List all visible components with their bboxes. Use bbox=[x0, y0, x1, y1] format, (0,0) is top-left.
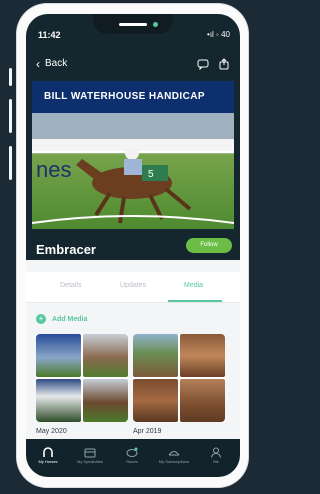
status-icons: •ıl ◦ 40 bbox=[207, 30, 230, 39]
album-thumbnail bbox=[180, 379, 225, 422]
chat-icon[interactable] bbox=[197, 57, 209, 71]
chevron-left-icon: ‹ bbox=[36, 56, 40, 71]
race-photo: BILL WATERHOUSE HANDICAP nes 5 bbox=[32, 81, 234, 229]
nav-my-subscriptions[interactable]: My Subscriptions bbox=[156, 445, 192, 464]
nav-me[interactable]: Me bbox=[198, 445, 234, 464]
album-date: May 2020 bbox=[36, 428, 67, 435]
syndicate-icon bbox=[84, 445, 96, 458]
nav-label: Me bbox=[213, 459, 219, 464]
nav-races[interactable]: Races bbox=[114, 445, 150, 464]
volume-up-button bbox=[9, 68, 12, 86]
tab-details[interactable]: Details bbox=[60, 282, 81, 289]
notch bbox=[93, 14, 173, 34]
plus-icon: + bbox=[36, 314, 46, 324]
svg-text:nes: nes bbox=[36, 157, 71, 182]
nav-label: My Syndicates bbox=[76, 459, 103, 464]
album-thumbnail bbox=[83, 379, 128, 422]
nav-label: My Subscriptions bbox=[158, 459, 190, 464]
user-icon bbox=[210, 445, 222, 458]
volume-down-button bbox=[9, 99, 12, 133]
back-label: Back bbox=[45, 58, 68, 69]
album-date: Apr 2019 bbox=[133, 428, 162, 435]
album-thumbnail bbox=[133, 334, 178, 377]
horse-name: Embracer bbox=[36, 242, 96, 257]
nav-my-syndicates[interactable]: My Syndicates bbox=[72, 445, 108, 464]
bottom-navigation: My Horses My Syndicates Races My Subscri… bbox=[26, 439, 240, 477]
status-time: 11:42 bbox=[38, 30, 61, 40]
race-banner-text: BILL WATERHOUSE HANDICAP bbox=[32, 81, 234, 113]
album-thumbnail bbox=[83, 334, 128, 377]
subscriptions-icon bbox=[168, 445, 180, 456]
album-thumbnail bbox=[133, 379, 178, 422]
horseshoe-icon bbox=[42, 445, 54, 457]
media-album[interactable] bbox=[133, 334, 225, 422]
race-track-scene: nes 5 bbox=[32, 113, 234, 229]
share-icon[interactable] bbox=[218, 57, 230, 70]
follow-button[interactable]: Follow bbox=[186, 238, 232, 253]
top-bar: ‹ Back bbox=[26, 54, 240, 76]
media-album[interactable] bbox=[36, 334, 128, 422]
hero-section: 11:42 •ıl ◦ 40 ‹ Back BILL WATERHOUSE HA… bbox=[26, 14, 240, 260]
add-media-label: Add Media bbox=[52, 315, 88, 323]
tab-media[interactable]: Media bbox=[184, 282, 203, 289]
top-actions bbox=[197, 57, 230, 71]
tab-updates[interactable]: Updates bbox=[120, 282, 146, 289]
album-thumbnail bbox=[180, 334, 225, 377]
nav-my-horses[interactable]: My Horses bbox=[30, 445, 66, 464]
notch-speaker bbox=[119, 23, 147, 26]
album-thumbnail bbox=[36, 334, 81, 377]
tab-bar: Details Updates Media bbox=[26, 272, 240, 303]
album-thumbnail bbox=[36, 379, 81, 422]
back-button[interactable]: ‹ Back bbox=[36, 56, 68, 71]
svg-text:5: 5 bbox=[148, 169, 154, 180]
app-screen: 11:42 •ıl ◦ 40 ‹ Back BILL WATERHOUSE HA… bbox=[26, 14, 240, 477]
nav-label: My Horses bbox=[38, 459, 58, 464]
notch-camera bbox=[153, 22, 158, 27]
nav-label: Races bbox=[126, 459, 138, 464]
phone-frame: 11:42 •ıl ◦ 40 ‹ Back BILL WATERHOUSE HA… bbox=[17, 4, 248, 487]
active-tab-indicator bbox=[168, 300, 222, 302]
side-button bbox=[9, 146, 12, 180]
race-track-icon bbox=[126, 445, 138, 457]
add-media-header[interactable]: + Add Media bbox=[36, 314, 87, 324]
